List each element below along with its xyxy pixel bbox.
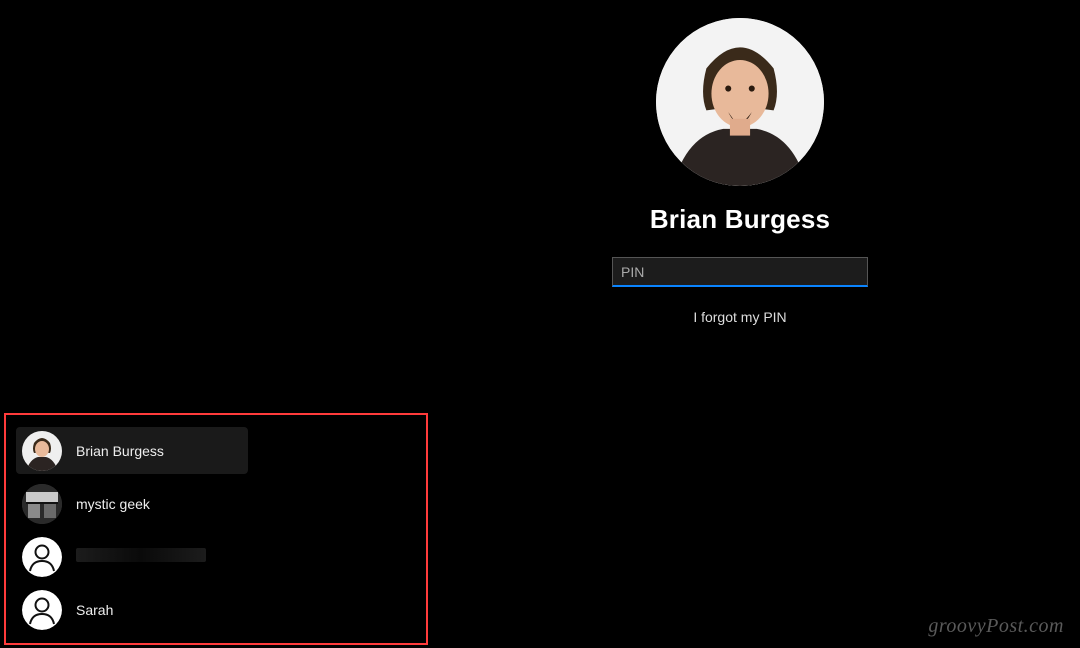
user-list-label: [76, 548, 206, 565]
redacted-name: [76, 548, 206, 562]
user-list-item-redacted[interactable]: [16, 533, 248, 580]
avatar-generic: [22, 590, 62, 630]
person-icon: [22, 537, 62, 577]
active-user-avatar: [656, 18, 824, 186]
login-panel: Brian Burgess I forgot my PIN: [530, 18, 950, 325]
avatar-brian: [22, 431, 62, 471]
avatar-photo: [656, 18, 824, 186]
user-list-label: Sarah: [76, 602, 113, 618]
avatar-mystic: [22, 484, 62, 524]
user-list-label: Brian Burgess: [76, 443, 164, 459]
user-list-item-sarah[interactable]: Sarah: [16, 586, 248, 633]
avatar-generic: [22, 537, 62, 577]
user-list-label: mystic geek: [76, 496, 150, 512]
user-list-item-brian[interactable]: Brian Burgess: [16, 427, 248, 474]
watermark-text: groovyPost.com: [928, 615, 1064, 638]
person-icon: [22, 590, 62, 630]
active-user-name: Brian Burgess: [650, 204, 830, 235]
forgot-pin-link[interactable]: I forgot my PIN: [693, 309, 786, 325]
pin-input[interactable]: [612, 257, 868, 287]
user-list-item-mystic[interactable]: mystic geek: [16, 480, 248, 527]
user-switcher-panel: Brian Burgess mystic geek: [4, 413, 428, 645]
